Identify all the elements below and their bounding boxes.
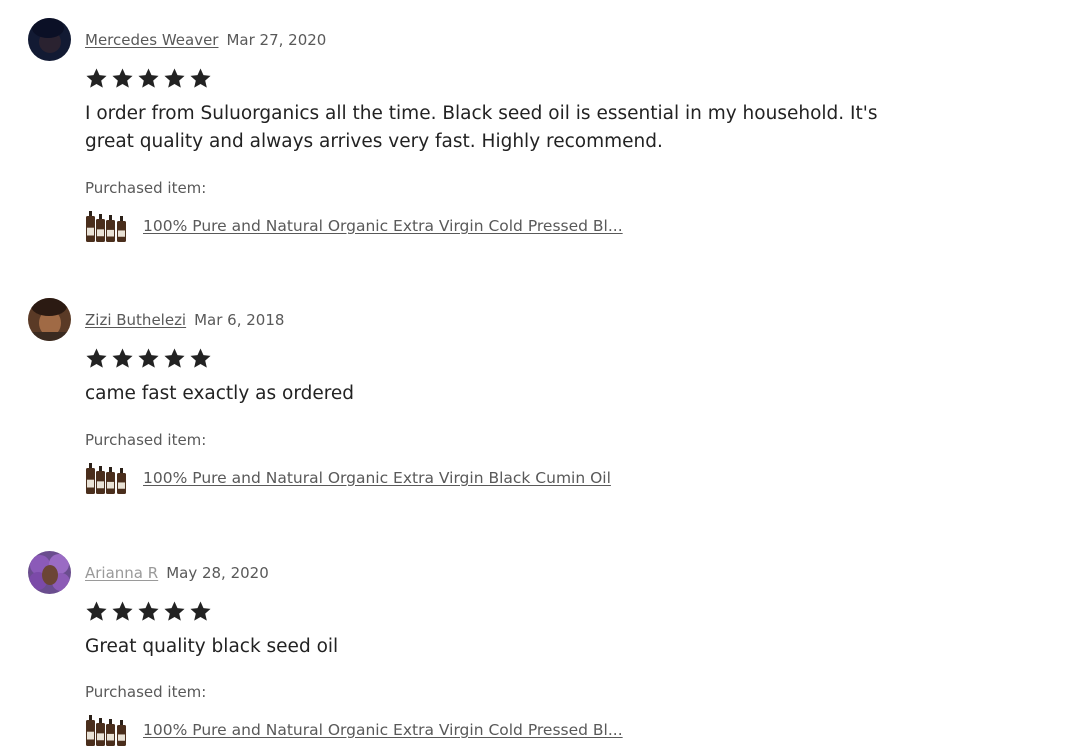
purchased-item-link[interactable]: 100% Pure and Natural Organic Extra Virg…: [143, 721, 623, 739]
review-text: came fast exactly as ordered: [85, 383, 355, 404]
review-text: Great quality black seed oil: [85, 636, 339, 657]
star-rating: [85, 347, 212, 371]
product-thumbnail[interactable]: [85, 460, 129, 494]
reviewer-name-link[interactable]: Mercedes Weaver: [85, 31, 218, 49]
star-icon: [112, 348, 133, 368]
purchased-item-label: Purchased item:: [85, 431, 207, 449]
star-icon: [190, 68, 211, 88]
purchased-item-label: Purchased item:: [85, 683, 207, 701]
reviewer-name-link[interactable]: Zizi Buthelezi: [85, 311, 186, 329]
star-icon: [190, 601, 211, 621]
review-date: Mar 27, 2020: [226, 31, 327, 49]
review-date: May 28, 2020: [166, 564, 269, 582]
review-meta: Zizi Buthelezi Mar 6, 2018: [85, 311, 284, 329]
star-rating: [85, 600, 212, 624]
purchased-item-label: Purchased item:: [85, 179, 207, 197]
review-date: Mar 6, 2018: [194, 311, 285, 329]
review-meta: Mercedes Weaver Mar 27, 2020: [85, 31, 326, 49]
star-icon: [112, 601, 133, 621]
star-icon: [138, 601, 159, 621]
review-meta: Arianna R May 28, 2020: [85, 564, 269, 582]
star-icon: [86, 348, 107, 368]
star-icon: [86, 68, 107, 88]
star-icon: [112, 68, 133, 88]
star-rating: [85, 67, 212, 91]
star-icon: [190, 348, 211, 368]
reviewer-avatar[interactable]: [28, 551, 71, 594]
star-icon: [164, 68, 185, 88]
reviewer-avatar[interactable]: [28, 298, 71, 341]
product-bottles-image: [86, 211, 126, 242]
purchased-item-link[interactable]: 100% Pure and Natural Organic Extra Virg…: [143, 469, 611, 487]
review-text: I order from Suluorganics all the time. …: [85, 103, 878, 152]
star-icon: [164, 348, 185, 368]
star-icon: [138, 68, 159, 88]
product-thumbnail[interactable]: [85, 712, 129, 746]
product-bottles-image: [86, 463, 126, 494]
star-icon: [86, 601, 107, 621]
product-bottles-image: [86, 715, 126, 746]
reviewer-name-link[interactable]: Arianna R: [85, 564, 158, 582]
product-thumbnail[interactable]: [85, 208, 129, 242]
star-icon: [164, 601, 185, 621]
reviewer-avatar[interactable]: [28, 18, 71, 61]
star-icon: [138, 348, 159, 368]
purchased-item-link[interactable]: 100% Pure and Natural Organic Extra Virg…: [143, 217, 623, 235]
